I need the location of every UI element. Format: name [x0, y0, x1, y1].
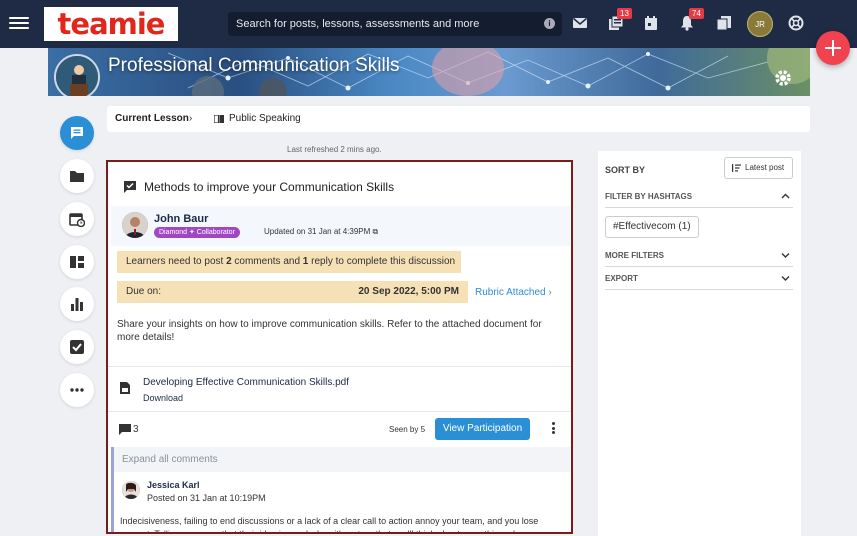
divider — [108, 411, 571, 412]
search-placeholder: Search for posts, lessons, assessments a… — [236, 18, 480, 30]
feed-badge: 13 — [617, 8, 632, 19]
person-icon — [122, 212, 148, 238]
kebab-menu-icon[interactable] — [552, 422, 556, 436]
req-text-c: comments and — [231, 256, 303, 267]
mail-icon[interactable] — [572, 15, 588, 31]
dashboard-icon — [70, 256, 84, 268]
chevron-up-icon — [781, 193, 790, 199]
rail-more-button[interactable] — [60, 373, 94, 407]
sort-icon — [732, 164, 741, 172]
book-icon — [214, 115, 224, 123]
attachment-link[interactable]: Developing Effective Communication Skill… — [143, 377, 349, 388]
commenter-avatar[interactable] — [122, 481, 140, 499]
req-text-a: Learners need to post — [126, 256, 227, 267]
add-button[interactable] — [816, 31, 850, 65]
user-avatar[interactable]: JR — [747, 11, 773, 37]
top-bar: teamie Search for posts, lessons, assess… — [0, 0, 857, 48]
course-banner: Professional Communication Skills — [48, 48, 810, 96]
gear-icon[interactable] — [771, 56, 795, 90]
comment-body: Indecisiveness, failing to end discussio… — [120, 516, 539, 534]
person-icon — [122, 481, 140, 499]
pdf-file-icon — [120, 382, 130, 394]
sort-value: Latest post — [745, 163, 785, 172]
info-icon[interactable]: i — [544, 18, 555, 29]
due-value: 20 Sep 2022, 5:00 PM — [358, 286, 459, 297]
checkbox-icon — [70, 340, 84, 354]
comment-count[interactable]: 3 — [133, 424, 139, 435]
course-image — [54, 54, 100, 96]
logo[interactable]: teamie — [44, 7, 178, 41]
chevron-down-icon — [781, 253, 790, 258]
more-filters-label: MORE FILTERS — [605, 251, 664, 260]
expand-comments-link[interactable]: Expand all comments — [122, 454, 218, 465]
rail-analytics-button[interactable] — [60, 287, 94, 321]
updated-text: Updated on 31 Jan at 4:39PM — [264, 227, 371, 236]
rail-folder-button[interactable] — [60, 159, 94, 193]
hashtag-chip[interactable]: #Effectivecom (1) — [605, 216, 699, 238]
documents-icon[interactable] — [716, 15, 732, 31]
bar-chart-icon — [71, 298, 83, 311]
course-title: Professional Communication Skills — [108, 55, 400, 76]
author-row: John Baur Diamond ✦ Collaborator Updated… — [111, 206, 570, 246]
logo-text: teamie — [57, 7, 166, 41]
rail-discussions-button[interactable] — [60, 116, 94, 150]
external-link-icon: ⧉ — [372, 227, 379, 236]
chevron-right-icon: › — [548, 287, 552, 298]
comment-icon — [119, 424, 131, 435]
post-title: Methods to improve your Communication Sk… — [144, 180, 395, 194]
lesson-bar: Current Lesson › Public Speaking — [107, 106, 810, 132]
download-link[interactable]: Download — [143, 393, 183, 403]
updated-timestamp[interactable]: Updated on 31 Jan at 4:39PM ⧉ — [264, 227, 378, 237]
req-text-e: reply to complete this discussion — [308, 256, 456, 267]
due-date-bar: Due on: 20 Sep 2022, 5:00 PM — [117, 281, 468, 303]
comments-section: Expand all comments Jessica Karl Posted … — [111, 447, 570, 534]
chevron-down-icon — [781, 276, 790, 281]
filter-hashtags-toggle[interactable]: FILTER BY HASHTAGS — [605, 192, 793, 208]
refresh-status: Last refreshed 2 mins ago. — [287, 145, 382, 154]
comment-timestamp: Posted on 31 Jan at 10:19PM — [147, 493, 266, 503]
filter-hashtags-label: FILTER BY HASHTAGS — [605, 192, 693, 201]
comment-item: Jessica Karl Posted on 31 Jan at 10:19PM… — [114, 472, 570, 534]
rubric-text: Rubric Attached — [475, 287, 546, 298]
chevron-right-icon: › — [189, 113, 193, 124]
completion-requirement: Learners need to post 2 comments and 1 r… — [117, 251, 461, 273]
commenter-name[interactable]: Jessica Karl — [147, 480, 200, 490]
filter-panel: SORT BY Latest post FILTER BY HASHTAGS #… — [598, 151, 801, 536]
chat-icon — [71, 127, 83, 139]
export-label: EXPORT — [605, 274, 638, 283]
help-icon[interactable] — [788, 15, 804, 31]
due-label: Due on: — [126, 286, 162, 297]
calendar-clock-icon — [69, 213, 85, 227]
discussion-check-icon — [124, 181, 136, 193]
more-filters-toggle[interactable]: MORE FILTERS — [605, 251, 793, 267]
author-name[interactable]: John Baur — [154, 213, 208, 225]
lesson-link[interactable]: Public Speaking — [229, 106, 301, 132]
speaker-podium-icon — [56, 56, 98, 96]
current-lesson-label: Current Lesson — [115, 113, 189, 124]
role-badge: Diamond ✦ Collaborator — [154, 227, 240, 238]
sort-dropdown[interactable]: Latest post — [724, 157, 793, 179]
menu-icon[interactable] — [9, 14, 29, 34]
calendar-icon[interactable] — [643, 15, 659, 31]
search-input[interactable]: Search for posts, lessons, assessments a… — [228, 12, 562, 36]
view-participation-button[interactable]: View Participation — [435, 418, 530, 440]
folder-icon — [70, 171, 84, 182]
divider — [108, 366, 571, 367]
seen-by[interactable]: Seen by 5 — [389, 425, 425, 434]
sort-by-label: SORT BY — [605, 165, 646, 175]
notifications-badge: 74 — [689, 8, 704, 19]
more-icon — [70, 388, 84, 392]
rail-schedule-button[interactable] — [60, 202, 94, 236]
rubric-link[interactable]: Rubric Attached › — [475, 287, 552, 298]
rail-tasks-button[interactable] — [60, 330, 94, 364]
rail-dashboard-button[interactable] — [60, 245, 94, 279]
discussion-post: Methods to improve your Communication Sk… — [106, 160, 573, 534]
author-avatar[interactable] — [122, 212, 148, 238]
post-description: Share your insights on how to improve co… — [117, 319, 542, 343]
export-toggle[interactable]: EXPORT — [605, 274, 793, 290]
